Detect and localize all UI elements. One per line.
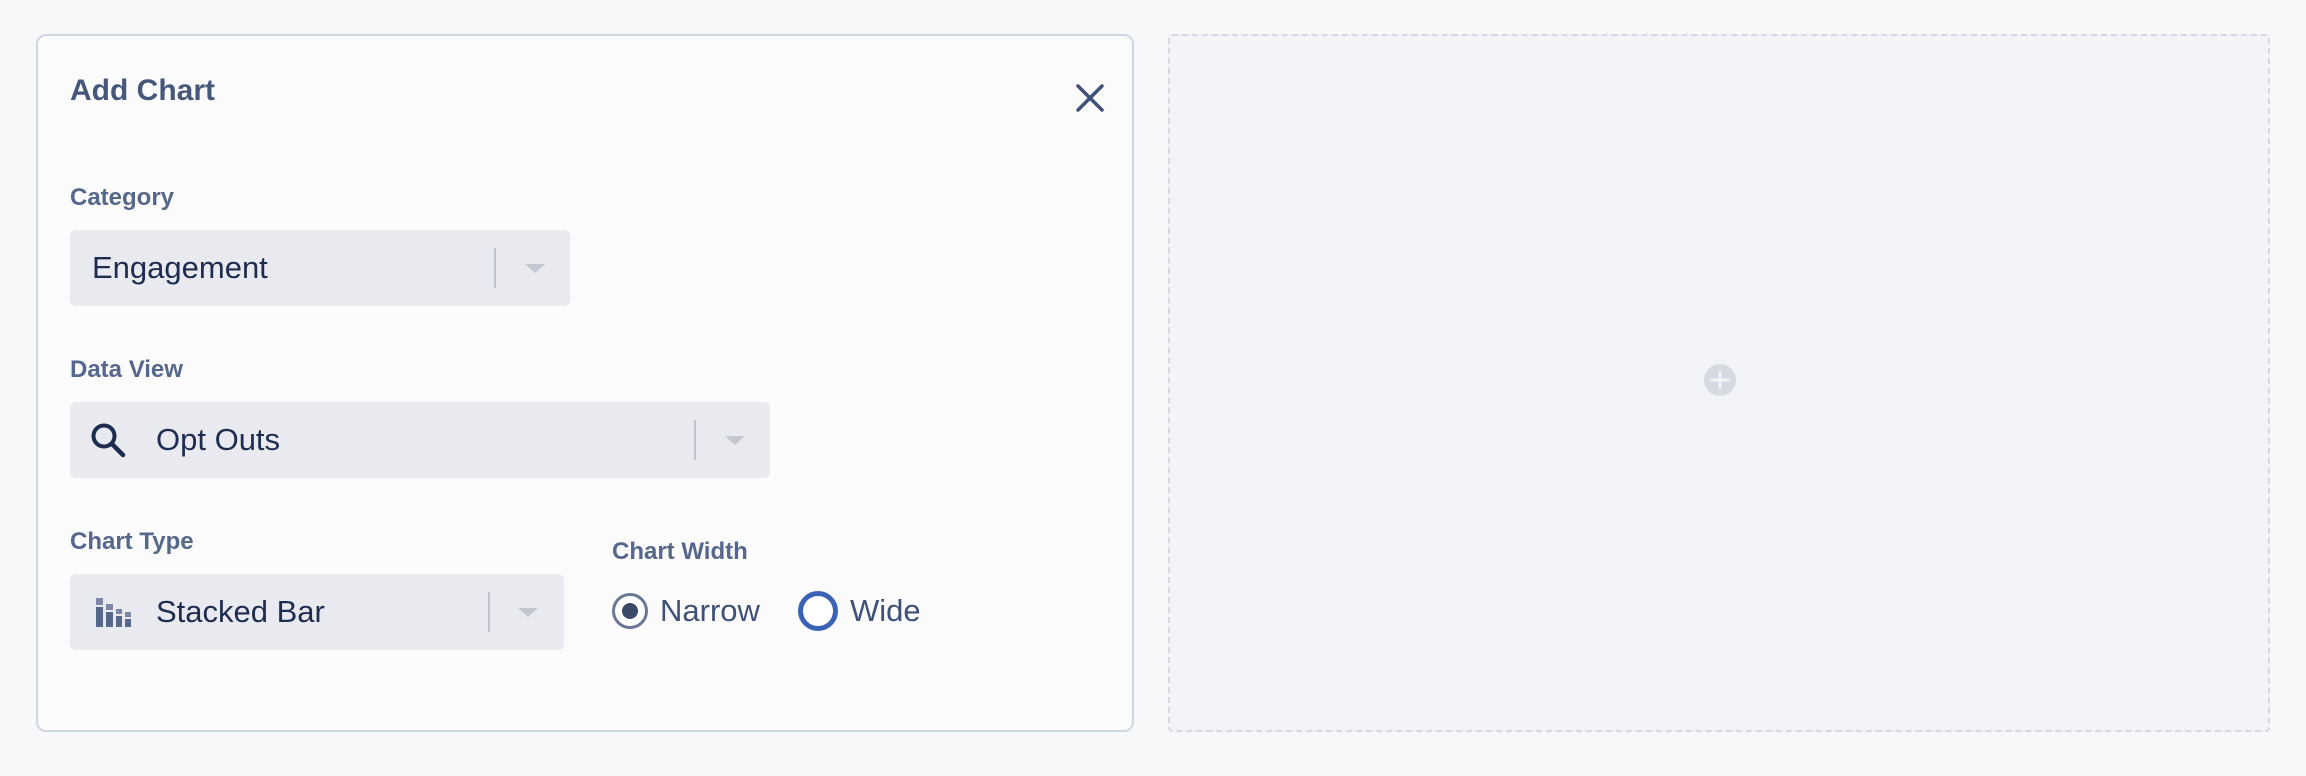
chevron-down-icon bbox=[518, 608, 538, 617]
chart-type-value: Stacked Bar bbox=[156, 594, 325, 629]
chart-type-select[interactable]: Stacked Bar bbox=[70, 574, 564, 650]
panel-title: Add Chart bbox=[70, 74, 215, 107]
chevron-down-icon bbox=[725, 436, 745, 445]
close-button[interactable] bbox=[1068, 76, 1112, 120]
select-divider bbox=[488, 592, 490, 632]
data-view-label: Data View bbox=[70, 356, 183, 383]
data-view-value: Opt Outs bbox=[156, 422, 281, 457]
add-chart-panel: Add Chart Category Engagement Data View … bbox=[36, 34, 1134, 732]
chart-width-radio-group: Narrow Wide bbox=[612, 586, 1012, 636]
chart-width-label: Chart Width bbox=[612, 538, 748, 565]
chart-type-label: Chart Type bbox=[70, 528, 194, 555]
stacked-bar-chart-icon bbox=[94, 592, 134, 632]
radio-selected-icon bbox=[612, 593, 648, 629]
radio-unselected-icon bbox=[798, 591, 838, 631]
plus-circle-icon[interactable] bbox=[1703, 363, 1737, 397]
category-value: Engagement bbox=[92, 250, 268, 285]
radio-wide[interactable]: Wide bbox=[798, 586, 948, 636]
radio-wide-label: Wide bbox=[850, 593, 921, 628]
select-divider bbox=[694, 420, 696, 460]
radio-narrow-label: Narrow bbox=[660, 593, 760, 628]
radio-narrow[interactable]: Narrow bbox=[612, 586, 762, 636]
close-icon bbox=[1076, 84, 1104, 112]
add-chart-dropzone[interactable] bbox=[1168, 34, 2270, 732]
category-select[interactable]: Engagement bbox=[70, 230, 570, 306]
chevron-down-icon bbox=[525, 264, 545, 273]
data-view-select[interactable]: Opt Outs bbox=[70, 402, 770, 478]
category-label: Category bbox=[70, 184, 175, 211]
search-icon bbox=[88, 420, 128, 460]
select-divider bbox=[494, 248, 496, 288]
